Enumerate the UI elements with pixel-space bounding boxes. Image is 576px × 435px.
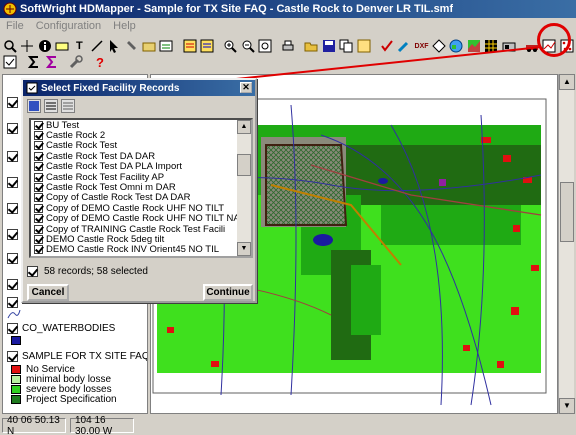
record-checkbox[interactable] (34, 172, 43, 182)
list-item[interactable]: Copy of Castle Rock Test DA DAR (31, 192, 251, 204)
list-item[interactable]: Castle Rock Test DA DAR (31, 150, 251, 162)
list-scroll-up-icon[interactable]: ▲ (237, 120, 251, 134)
record-checkbox[interactable] (34, 131, 43, 141)
list-item[interactable]: Copy of DEMO Castle Rock UHF NO TILT NAD (31, 213, 251, 225)
record-label: Castle Rock Test Facility AP (46, 171, 165, 183)
dialog-toolbar (23, 96, 255, 116)
list-item[interactable]: Copy of DEMO Castle Rock UHF NO TILT (31, 202, 251, 214)
longitude-readout: 104 16 30.00 W (70, 415, 134, 435)
list-item[interactable]: Castle Rock Test Facility AP (31, 171, 251, 183)
record-checkbox[interactable] (34, 224, 43, 234)
record-label: Castle Rock 2 (46, 130, 106, 142)
record-label: Castle Rock Test DA PLA Import (46, 161, 183, 173)
list-item[interactable]: Copy of TRAINING Castle Rock Test Facili (31, 223, 251, 235)
close-icon[interactable]: ✕ (240, 82, 252, 93)
list-scroll-down-icon[interactable]: ▼ (237, 242, 251, 256)
record-checkbox[interactable] (34, 162, 43, 172)
status-bar: 40 06 50.13 N 104 16 30.00 W (0, 415, 576, 435)
continue-button[interactable]: Continue (203, 284, 253, 301)
record-checkbox[interactable] (34, 203, 43, 213)
record-checkbox[interactable] (34, 120, 43, 130)
record-label: DEMO Castle Rock 5deg tilt (46, 234, 165, 245)
list-item[interactable]: Castle Rock 2 (31, 130, 251, 142)
record-label: Copy of TRAINING Castle Rock Test Facili (46, 223, 226, 235)
record-label: Castle Rock Test DA DAR (46, 150, 156, 162)
record-label: Castle Rock Test Omni m DAR (46, 182, 176, 194)
record-count: 58 records; 58 selected (27, 266, 148, 277)
record-label: Copy of DEMO Castle Rock UHF NO TILT (46, 202, 225, 214)
all-records-checkbox[interactable] (27, 266, 38, 277)
list-item[interactable]: Castle Rock Test DA PLA Import (31, 161, 251, 173)
select-records-dialog: Select Fixed Facility Records ✕ BU Test C… (21, 78, 257, 303)
record-label: Copy of DEMO Castle Rock UHF NO TILT NAD (46, 213, 247, 225)
cancel-button[interactable]: Cancel (27, 284, 69, 301)
record-checkbox[interactable] (34, 245, 43, 255)
invert-selection-icon[interactable] (44, 99, 58, 113)
record-checkbox[interactable] (34, 151, 43, 161)
record-checkbox[interactable] (34, 214, 43, 224)
list-item[interactable]: Castle Rock Test (31, 140, 251, 152)
record-count-label: 58 records; 58 selected (44, 266, 148, 277)
record-checkbox[interactable] (34, 141, 43, 151)
record-checkbox[interactable] (34, 234, 43, 244)
record-label: Copy of Castle Rock Test DA DAR (46, 192, 191, 204)
select-all-icon[interactable] (27, 99, 41, 113)
list-item[interactable]: BU Test (31, 119, 251, 131)
dialog-title: Select Fixed Facility Records (41, 82, 180, 94)
list-scroll-thumb[interactable] (237, 154, 251, 176)
record-label: BU Test (46, 119, 80, 131)
record-label: Castle Rock Test (46, 140, 118, 152)
dialog-titlebar: Select Fixed Facility Records ✕ (23, 80, 255, 96)
record-checkbox[interactable] (34, 193, 43, 203)
list-scrollbar[interactable]: ▲ ▼ (237, 120, 251, 256)
dialog-icon (26, 82, 38, 94)
latitude-readout: 40 06 50.13 N (2, 415, 66, 435)
records-list[interactable]: BU Test Castle Rock 2 Castle Rock Test Cast… (29, 118, 253, 258)
record-checkbox[interactable] (34, 183, 43, 193)
list-item[interactable]: Castle Rock Test Omni m DAR (31, 182, 251, 194)
list-item[interactable]: DEMO Castle Rock 5deg tilt (31, 234, 251, 245)
record-label: DEMO Castle Rock INV Orient45 NO TIL (46, 244, 219, 256)
list-item[interactable]: DEMO Castle Rock INV Orient45 NO TIL (31, 244, 251, 256)
clear-selection-icon[interactable] (61, 99, 75, 113)
